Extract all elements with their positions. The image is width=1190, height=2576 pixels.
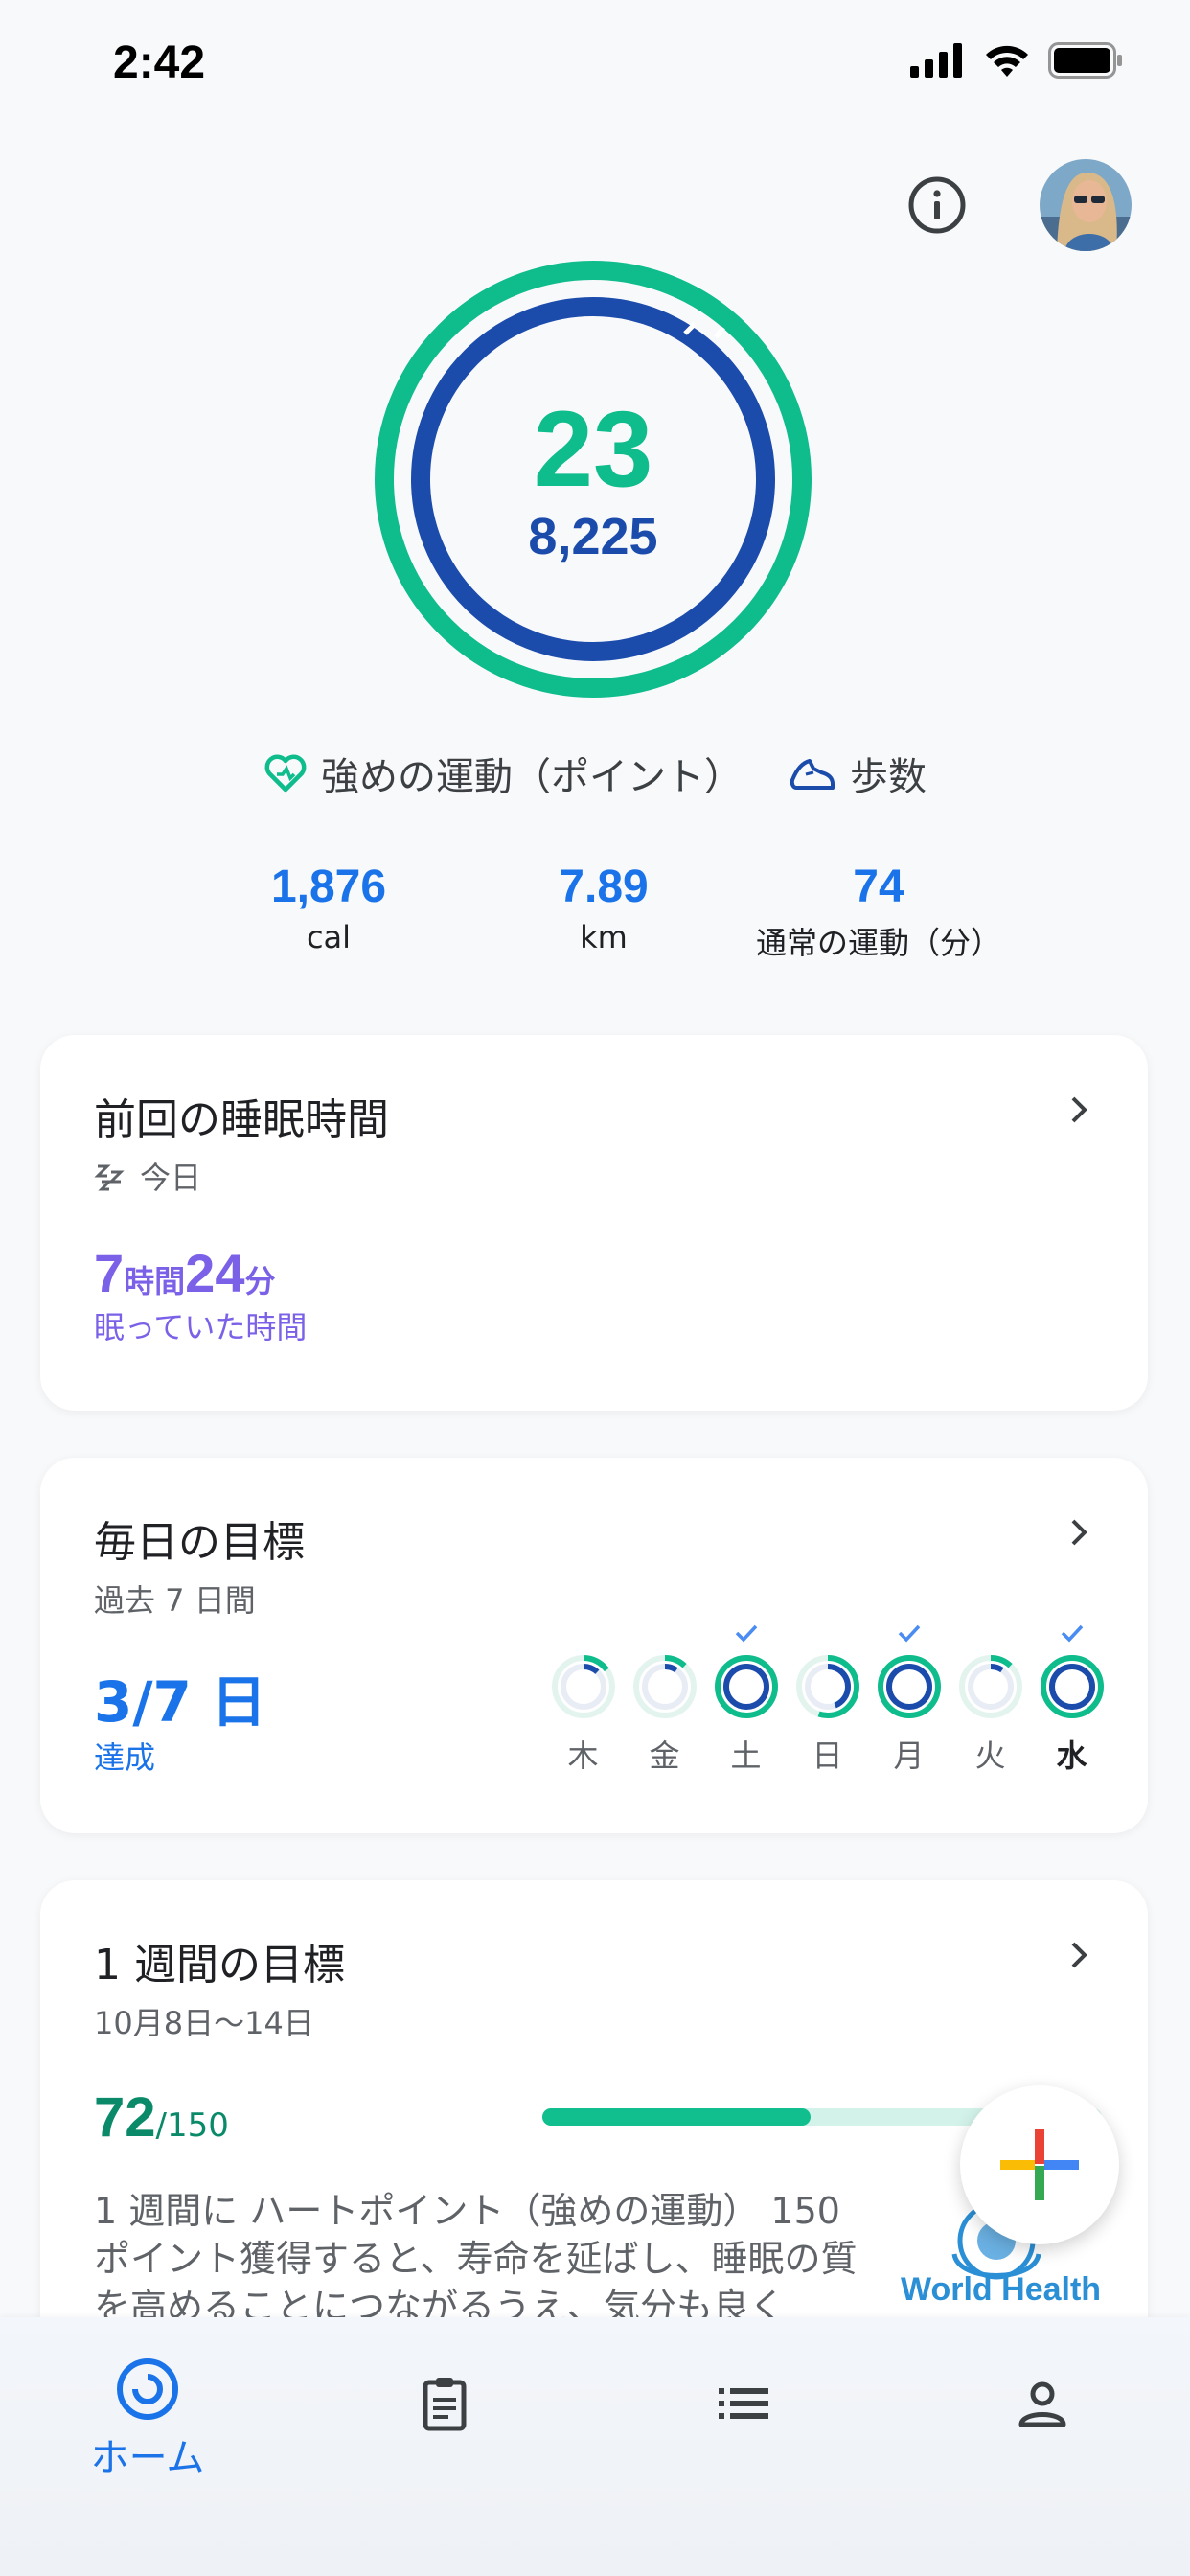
status-icons bbox=[910, 42, 1123, 79]
day-check-icon bbox=[732, 1619, 761, 1653]
day-ring bbox=[1040, 1655, 1104, 1718]
daily-achieved-label: 達成 bbox=[94, 1739, 156, 1776]
day-label: 月 bbox=[893, 1737, 925, 1774]
nav-home[interactable]: ホーム bbox=[52, 2356, 243, 2482]
day-label: 水 bbox=[1056, 1737, 1087, 1774]
legend-steps-label: 歩数 bbox=[850, 755, 927, 799]
legend-steps: 歩数 bbox=[789, 746, 927, 801]
chevron-right-icon bbox=[1071, 1519, 1087, 1546]
day-ring bbox=[795, 1655, 859, 1718]
nav-journal[interactable] bbox=[349, 2375, 540, 2432]
weekly-card-subtitle: 10月8日〜14日 bbox=[94, 2005, 314, 2041]
weekly-progress-value: 72/150 bbox=[94, 2086, 229, 2149]
stats-row: 1,876 cal 7.89 km 74 通常の運動（分） bbox=[192, 861, 1016, 963]
steps-value: 8,225 bbox=[528, 508, 658, 565]
who-text: World Health bbox=[901, 2271, 1101, 2308]
bottom-nav: ホーム bbox=[0, 2317, 1190, 2576]
add-icon bbox=[1000, 2129, 1079, 2200]
nav-home-label: ホーム bbox=[90, 2436, 205, 2480]
day-goal-1: 金 bbox=[629, 1619, 699, 1776]
stat-unit: 通常の運動（分） bbox=[755, 925, 1001, 961]
stat-value: 7.89 bbox=[559, 862, 649, 912]
sleep-duration-label: 眠っていた時間 bbox=[94, 1309, 308, 1346]
stat-unit: cal bbox=[306, 919, 352, 955]
day-ring bbox=[632, 1655, 697, 1718]
day-ring bbox=[877, 1655, 941, 1718]
sleep-card-title: 前回の睡眠時間 bbox=[94, 1095, 389, 1144]
sleep-duration: 7時間24分 bbox=[94, 1243, 276, 1303]
day-goal-0: 木 bbox=[548, 1619, 618, 1776]
avatar-image bbox=[1040, 159, 1132, 251]
sleep-card-subtitle: 今日 bbox=[94, 1154, 201, 1198]
daily-goals-card[interactable]: 毎日の目標 過去 7 日間 3/7 日 達成 木 金 土 日 月 火 水 bbox=[40, 1458, 1148, 1833]
stat-unit: km bbox=[580, 919, 628, 955]
daily-goal-days: 木金土日月火水 bbox=[548, 1619, 1107, 1776]
day-label: 日 bbox=[812, 1737, 843, 1774]
stat-value: 74 bbox=[853, 862, 904, 912]
ring-values: 23 8,225 bbox=[373, 259, 813, 700]
day-ring bbox=[551, 1655, 615, 1718]
day-ring bbox=[958, 1655, 1022, 1718]
ring-legend: 強めの運動（ポイント） 歩数 bbox=[0, 746, 1190, 801]
shoe-icon bbox=[790, 759, 835, 790]
sleep-zzz-icon bbox=[94, 1164, 125, 1191]
list-icon bbox=[719, 2388, 768, 2419]
home-rings-icon bbox=[117, 2358, 178, 2420]
signal-icon bbox=[910, 43, 962, 78]
stat-move-minutes: 74 通常の運動（分） bbox=[742, 861, 1016, 963]
person-icon bbox=[1018, 2381, 1066, 2427]
day-goal-2: 土 bbox=[711, 1619, 781, 1776]
info-button[interactable] bbox=[906, 174, 968, 236]
day-label: 金 bbox=[649, 1737, 680, 1774]
legend-heart-label: 強めの運動（ポイント） bbox=[321, 755, 743, 799]
day-goal-3: 日 bbox=[792, 1619, 862, 1776]
weekly-card-title: 1 週間の目標 bbox=[94, 1941, 345, 1990]
stat-distance: 7.89 km bbox=[467, 861, 741, 963]
daily-card-subtitle: 過去 7 日間 bbox=[94, 1582, 256, 1619]
battery-icon bbox=[1048, 42, 1122, 79]
add-activity-button[interactable] bbox=[960, 2085, 1119, 2244]
day-label: 土 bbox=[730, 1737, 762, 1774]
daily-card-title: 毎日の目標 bbox=[94, 1518, 305, 1567]
weekly-description: 1 週間に ハートポイント（強めの運動） 150 ポイント獲得すると、寿命を延ば… bbox=[94, 2190, 858, 2328]
heart-icon bbox=[264, 754, 307, 793]
day-label: 木 bbox=[567, 1737, 599, 1774]
profile-avatar[interactable] bbox=[1040, 159, 1132, 251]
day-goal-6: 水 bbox=[1037, 1619, 1107, 1776]
chevron-right-icon bbox=[1071, 1942, 1087, 1968]
day-label: 火 bbox=[974, 1737, 1006, 1774]
daily-achieved-value: 3/7 日 bbox=[94, 1669, 267, 1735]
weekly-progress-fill bbox=[542, 2108, 812, 2126]
wifi-icon bbox=[986, 45, 1028, 77]
clipboard-icon bbox=[423, 2378, 467, 2431]
status-time: 2:42 bbox=[113, 37, 206, 88]
sleep-card[interactable]: 前回の睡眠時間 今日 7時間24分 眠っていた時間 bbox=[40, 1035, 1148, 1411]
heart-points-value: 23 bbox=[533, 389, 653, 509]
chevron-right-icon bbox=[1071, 1096, 1087, 1123]
stat-value: 1,876 bbox=[270, 862, 387, 912]
day-goal-5: 火 bbox=[955, 1619, 1025, 1776]
nav-profile[interactable] bbox=[947, 2375, 1138, 2432]
day-goal-4: 月 bbox=[874, 1619, 944, 1776]
day-check-icon bbox=[1058, 1619, 1087, 1653]
nav-browse[interactable] bbox=[648, 2375, 839, 2432]
day-ring bbox=[714, 1655, 778, 1718]
day-check-icon bbox=[895, 1619, 924, 1653]
stat-calories: 1,876 cal bbox=[192, 861, 466, 963]
info-icon bbox=[908, 176, 966, 234]
legend-heart-points: 強めの運動（ポイント） bbox=[263, 746, 743, 801]
